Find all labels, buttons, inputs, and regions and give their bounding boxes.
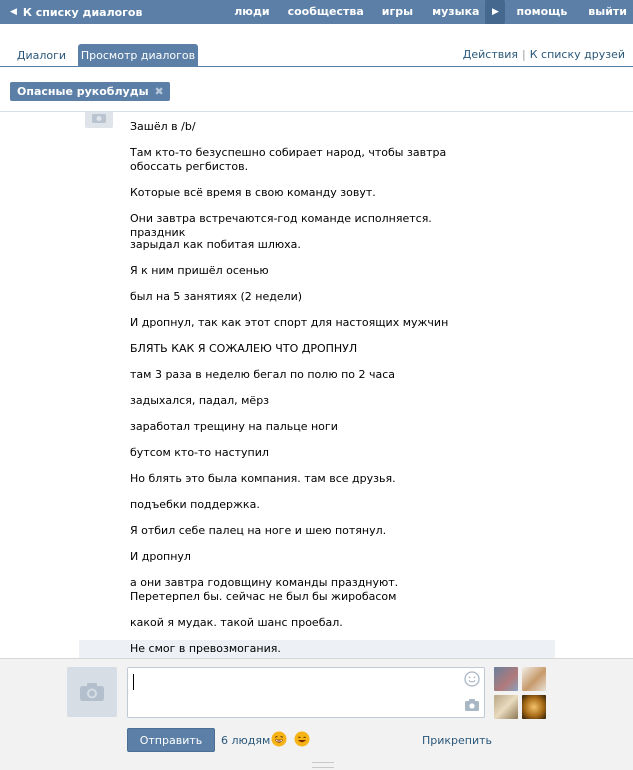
message-text: подъебки поддержка. <box>130 498 260 511</box>
message-text: заработал трещину на пальце ноги <box>130 420 338 433</box>
message-text: какой я мудак. такой шанс проебал. <box>130 616 343 629</box>
message-text: был на 5 занятиях (2 недели) <box>130 290 303 303</box>
send-button[interactable]: Отправить <box>127 728 215 752</box>
message-text: задыхался, падал, мёрз <box>130 394 270 407</box>
recipients-count-link[interactable]: 6 людям <box>221 734 270 747</box>
tab-view-dialogs[interactable]: Просмотр диалогов <box>78 44 198 67</box>
laughing-emoji-icon[interactable] <box>271 731 287 747</box>
top-bar: ◀ К списку диалогов люди сообщества игры… <box>0 0 633 24</box>
message-text: БЛЯТЬ КАК Я СОЖАЛЕЮ ЧТО ДРОПНУЛ <box>130 342 358 355</box>
message-text: бутсом кто-то наступил <box>130 446 269 459</box>
message-text: И дропнул, так как этот спорт для настоя… <box>130 316 449 329</box>
message-text: а они завтра годовщину команды празднуют… <box>130 576 399 603</box>
close-icon[interactable]: ✖ <box>155 85 164 98</box>
nav-communities[interactable]: сообщества <box>288 0 364 24</box>
message-text: Они завтра встречаются-год команде испол… <box>130 212 432 239</box>
message-text: зарыдал как побитая шлюха. <box>130 238 301 251</box>
participant-avatar[interactable] <box>522 695 546 719</box>
message-area[interactable]: Зашёл в /b/Там кто-то безуспешно собирае… <box>0 112 633 658</box>
nav-games[interactable]: игры <box>382 0 413 24</box>
friends-list-link[interactable]: К списку друзей <box>530 48 625 61</box>
nav-logout[interactable]: выйти <box>588 0 627 24</box>
back-label: К списку диалогов <box>22 5 143 19</box>
message-text: И дропнул <box>130 550 191 563</box>
text-caret <box>133 674 134 690</box>
message-text: Не смог в превозмогания. <box>130 642 281 655</box>
camera-icon[interactable] <box>464 698 480 712</box>
composer: Отправить 6 людям Прикрепить <box>0 658 633 770</box>
message-text: там 3 раза в неделю бегал по полю по 2 ч… <box>130 368 396 381</box>
camera-icon <box>92 114 106 123</box>
sender-avatar[interactable] <box>85 112 113 128</box>
smiley-icon[interactable] <box>464 671 480 687</box>
chevron-left-icon: ◀ <box>10 7 17 17</box>
message-text: Которые всё время в свою команду зовут. <box>130 186 376 199</box>
message-text: Зашёл в /b/ <box>130 120 196 133</box>
message-text: Я к ним пришёл осенью <box>130 264 269 277</box>
resize-handle[interactable] <box>312 762 334 768</box>
actions-link[interactable]: Действия <box>463 48 518 61</box>
tabs-row: Диалоги Просмотр диалогов Действия | К с… <box>0 40 633 67</box>
conversation-chip-label: Опасные рукоблуды <box>17 85 149 98</box>
nav-music[interactable]: музыка <box>432 0 479 24</box>
my-avatar <box>67 667 117 717</box>
attach-link[interactable]: Прикрепить <box>422 734 492 747</box>
header-links: Действия | К списку друзей <box>463 48 625 61</box>
participant-avatar[interactable] <box>494 695 518 719</box>
message-text: Там кто-то безуспешно собирает народ, чт… <box>130 146 447 173</box>
tab-dialogs[interactable]: Диалоги <box>10 44 73 67</box>
conversation-chip[interactable]: Опасные рукоблуды ✖ <box>10 82 170 101</box>
participants-avatars <box>494 667 548 721</box>
participant-avatar[interactable] <box>494 667 518 691</box>
nav-people[interactable]: люди <box>234 0 269 24</box>
message-text: Но блять это была компания. там все друз… <box>130 472 396 485</box>
play-icon[interactable]: ▶ <box>485 0 506 24</box>
participant-avatar[interactable] <box>522 667 546 691</box>
top-nav: люди сообщества игры музыка ▶ помощь вый… <box>234 0 633 24</box>
links-separator: | <box>522 48 526 61</box>
grinning-emoji-icon[interactable] <box>294 731 310 747</box>
camera-icon <box>80 683 104 701</box>
message-input[interactable] <box>127 667 485 718</box>
message-text: Я отбил себе палец на ноге и шею потянул… <box>130 524 387 537</box>
nav-help[interactable]: помощь <box>516 0 567 24</box>
back-to-dialogs-link[interactable]: ◀ К списку диалогов <box>0 0 142 24</box>
